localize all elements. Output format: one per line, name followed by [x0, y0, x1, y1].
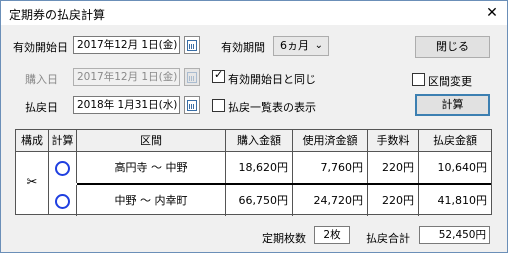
fee-cell: 220円 [368, 152, 419, 183]
refund-cell: 41,810円 [437, 194, 488, 207]
refund-cell: 10,640円 [437, 161, 488, 174]
table-header: 構成 計算 区間 購入金額 使用済金額 手数料 払戻金額 [16, 130, 491, 152]
circle-icon [55, 160, 70, 176]
header-purchase: 購入金額 [226, 130, 293, 151]
header-calc: 計算 [49, 130, 77, 151]
section-change-checkbox[interactable] [412, 73, 425, 86]
header-refund: 払戻金額 [433, 134, 477, 147]
title-bar: 定期券の払戻計算 ✕ [1, 1, 507, 25]
chevron-down-icon: ⌄ [314, 40, 323, 51]
purchase-cell: 66,750円 [226, 185, 293, 216]
show-list-label: 払戻一覧表の表示 [228, 101, 316, 114]
header-used: 使用済金額 [293, 130, 368, 151]
calendar-icon [184, 68, 200, 86]
refund-dialog: 定期券の払戻計算 ✕ 有効開始日 2017年12月 1日(金) 有効期間 6ヵ月… [0, 0, 508, 253]
period-select-value: 6ヵ月 [280, 39, 309, 52]
fee-cell: 220円 [368, 185, 419, 216]
purchase-date-label: 購入日 [25, 73, 58, 86]
refund-total-label: 払戻合計 [366, 232, 410, 245]
same-as-start-label: 有効開始日と同じ [228, 73, 316, 86]
close-icon[interactable]: ✕ [483, 4, 501, 22]
show-list-checkbox[interactable] [212, 99, 225, 112]
section-cell: 中野 ～ 内幸町 [77, 185, 226, 216]
used-cell: 24,720円 [293, 185, 368, 216]
purchase-date-field: 2017年12月 1日(金) [73, 68, 180, 86]
refund-table: 構成 計算 区間 購入金額 使用済金額 手数料 払戻金額 ✂ 高円寺 ～ 中野 … [15, 129, 492, 216]
section-change-label: 区間変更 [428, 75, 472, 88]
calc-cell[interactable] [49, 152, 77, 183]
section-cell: 高円寺 ～ 中野 [77, 152, 226, 183]
same-as-start-checkbox[interactable] [212, 68, 225, 83]
ticket-count-label: 定期枚数 [262, 232, 306, 245]
refund-total-value: 52,450円 [419, 226, 490, 244]
window-title: 定期券の払戻計算 [9, 8, 106, 22]
table-row[interactable]: 中野 ～ 内幸町 66,750円 24,720円 220円 41,810円 [16, 185, 491, 216]
start-date-field[interactable]: 2017年12月 1日(金) [73, 36, 180, 54]
start-date-label: 有効開始日 [13, 41, 68, 54]
used-cell: 7,760円 [293, 152, 368, 183]
period-label: 有効期間 [221, 41, 265, 54]
calendar-icon[interactable] [184, 36, 200, 54]
circle-icon [55, 193, 70, 209]
calculate-button[interactable]: 計算 [415, 94, 490, 116]
table-row[interactable]: 高円寺 ～ 中野 18,620円 7,760円 220円 10,640円 [16, 152, 491, 183]
refund-date-label: 払戻日 [25, 101, 58, 114]
header-composition: 構成 [16, 130, 49, 151]
header-section: 区間 [77, 130, 226, 151]
purchase-cell: 18,620円 [226, 152, 293, 183]
refund-date-field[interactable]: 2018年 1月31日(水) [73, 96, 180, 114]
header-fee: 手数料 [368, 130, 419, 151]
calendar-icon[interactable] [184, 96, 200, 114]
ticket-count-value: 2枚 [314, 226, 350, 244]
calc-cell[interactable] [49, 185, 77, 216]
close-button[interactable]: 閉じる [415, 36, 490, 58]
period-select[interactable]: 6ヵ月 ⌄ [273, 36, 329, 56]
